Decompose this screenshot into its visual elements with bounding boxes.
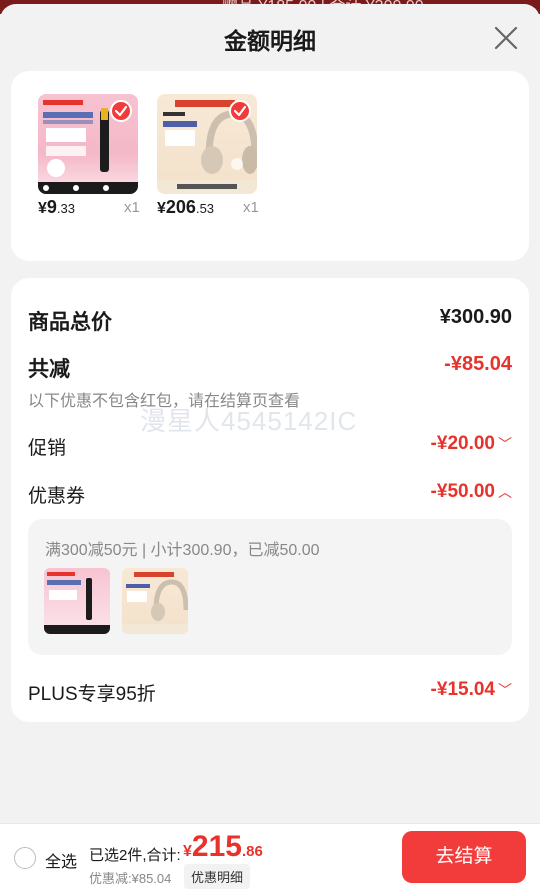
close-icon[interactable] (492, 24, 520, 52)
promo-label: 促销 (28, 438, 67, 459)
checkout-button[interactable]: 去结算 (402, 831, 526, 883)
goods-total-value: ¥300.90 (439, 306, 512, 328)
coupon-description: 满300减50元 | 小计300.90，已减50.00 (45, 542, 320, 559)
total-decimal: .86 (241, 843, 263, 860)
price-currency: ¥ (157, 200, 166, 217)
checkout-bar: 全选 已选2件,合计: ¥215.86 优惠减:¥85.04 优惠明细 去结算 (0, 823, 540, 894)
coupon-label: 优惠券 (28, 486, 86, 507)
total-integer: 215 (191, 830, 242, 863)
price-details-card: 商品总价 ¥300.90 共减 -¥85.04 以下优惠不包含红包，请在结算页查… (11, 278, 529, 722)
promo-value: -¥20.00 (430, 433, 495, 454)
select-all-radio[interactable] (14, 847, 36, 869)
coupon-product-thumb (122, 568, 188, 634)
selected-summary: 已选2件,合计: (89, 847, 181, 864)
select-all-label[interactable]: 全选 (45, 848, 77, 872)
headphones-image (157, 94, 257, 194)
coupon-row[interactable]: 优惠券 -¥50.00 ︿ (28, 481, 512, 508)
amount-detail-sheet: 金额明细 ¥9.33 x1 ¥206.53 x1 商品总价 ¥300.90 共减… (0, 4, 540, 894)
product-item[interactable] (38, 94, 138, 194)
price-integer: 206 (165, 197, 196, 217)
chevron-down-icon[interactable]: ﹀ (498, 436, 512, 452)
plus-discount-row[interactable]: PLUS专享95折 -¥15.04 ﹀ (28, 679, 512, 706)
reduction-label: 共减 (28, 358, 70, 381)
coupon-value: -¥50.00 (430, 481, 495, 502)
sheet-title: 金额明细 (224, 28, 316, 54)
product-item[interactable] (157, 94, 257, 194)
reduction-row: 共减 -¥85.04 (28, 353, 512, 383)
coupon-product-thumb (44, 568, 110, 634)
price-currency: ¥ (38, 200, 47, 217)
discount-text: 优惠减:¥85.04 (89, 871, 172, 886)
plus-label: PLUS专享95折 (28, 684, 156, 705)
product-quantity: x1 (124, 199, 140, 216)
chevron-down-icon[interactable]: ﹀ (498, 682, 512, 698)
selected-check-icon (110, 100, 132, 122)
discount-detail-button[interactable]: 优惠明细 (184, 864, 251, 889)
selected-check-icon (229, 100, 251, 122)
watermark-text: 漫星人4545142IC (140, 406, 358, 436)
goods-total-row: 商品总价 ¥300.90 (28, 306, 512, 336)
coupon-detail-box: 满300减50元 | 小计300.90，已减50.00 (28, 519, 512, 655)
reduction-value: -¥85.04 (444, 353, 512, 375)
sheet-header: 金额明细 (0, 4, 540, 70)
product-quantity: x1 (243, 199, 259, 216)
total-currency: ¥ (183, 843, 192, 860)
product-price-row: ¥206.53 x1 (157, 197, 297, 218)
toothbrush-thumb-illustration (44, 572, 110, 634)
price-integer: 9 (46, 197, 57, 217)
goods-total-label: 商品总价 (28, 311, 112, 334)
total-price: ¥215.86 (183, 830, 263, 864)
selected-products-card: ¥9.33 x1 ¥206.53 x1 (11, 71, 529, 261)
toothbrush-image (38, 94, 138, 194)
price-decimal: .53 (195, 201, 215, 216)
price-decimal: .33 (56, 201, 75, 216)
plus-value: -¥15.04 (430, 679, 495, 700)
chevron-up-icon[interactable]: ︿ (498, 484, 512, 500)
headphones-thumb-illustration (122, 572, 188, 634)
